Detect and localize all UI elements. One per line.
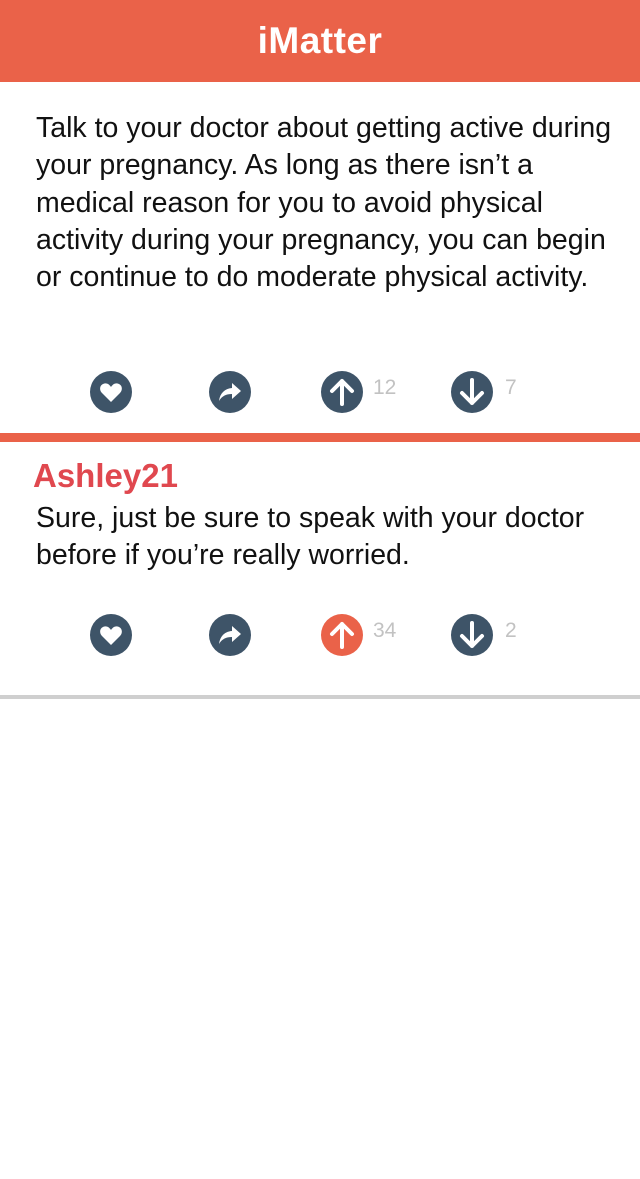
list-divider <box>0 695 640 699</box>
downvote-count: 7 <box>505 376 517 399</box>
upvote-count: 12 <box>373 376 397 399</box>
share-icon <box>219 626 241 644</box>
heart-icon <box>100 383 122 402</box>
share-button[interactable] <box>209 614 251 656</box>
upvote-count: 34 <box>373 619 397 642</box>
reply-actions: 34 2 <box>0 614 640 658</box>
app-title: iMatter <box>257 20 383 61</box>
arrow-up-icon <box>330 622 354 649</box>
share-icon <box>219 383 241 401</box>
share-button[interactable] <box>209 371 251 413</box>
downvote-count: 2 <box>505 619 517 642</box>
downvote-button[interactable] <box>451 614 493 656</box>
heart-icon <box>100 626 122 645</box>
like-button[interactable] <box>90 371 132 413</box>
section-divider <box>0 433 640 442</box>
upvote-button[interactable] <box>321 371 363 413</box>
reply-text: Sure, just be sure to speak with your do… <box>36 502 585 572</box>
arrow-down-icon <box>460 621 484 648</box>
upvote-button[interactable] <box>321 614 363 656</box>
post-text: Talk to your doctor about getting active… <box>36 112 612 294</box>
arrow-up-icon <box>330 379 354 406</box>
arrow-down-icon <box>460 378 484 405</box>
downvote-button[interactable] <box>451 371 493 413</box>
reply-author[interactable]: Ashley21 <box>33 457 178 495</box>
app-header: iMatter <box>0 0 640 82</box>
post-actions: 12 7 <box>0 371 640 415</box>
like-button[interactable] <box>90 614 132 656</box>
